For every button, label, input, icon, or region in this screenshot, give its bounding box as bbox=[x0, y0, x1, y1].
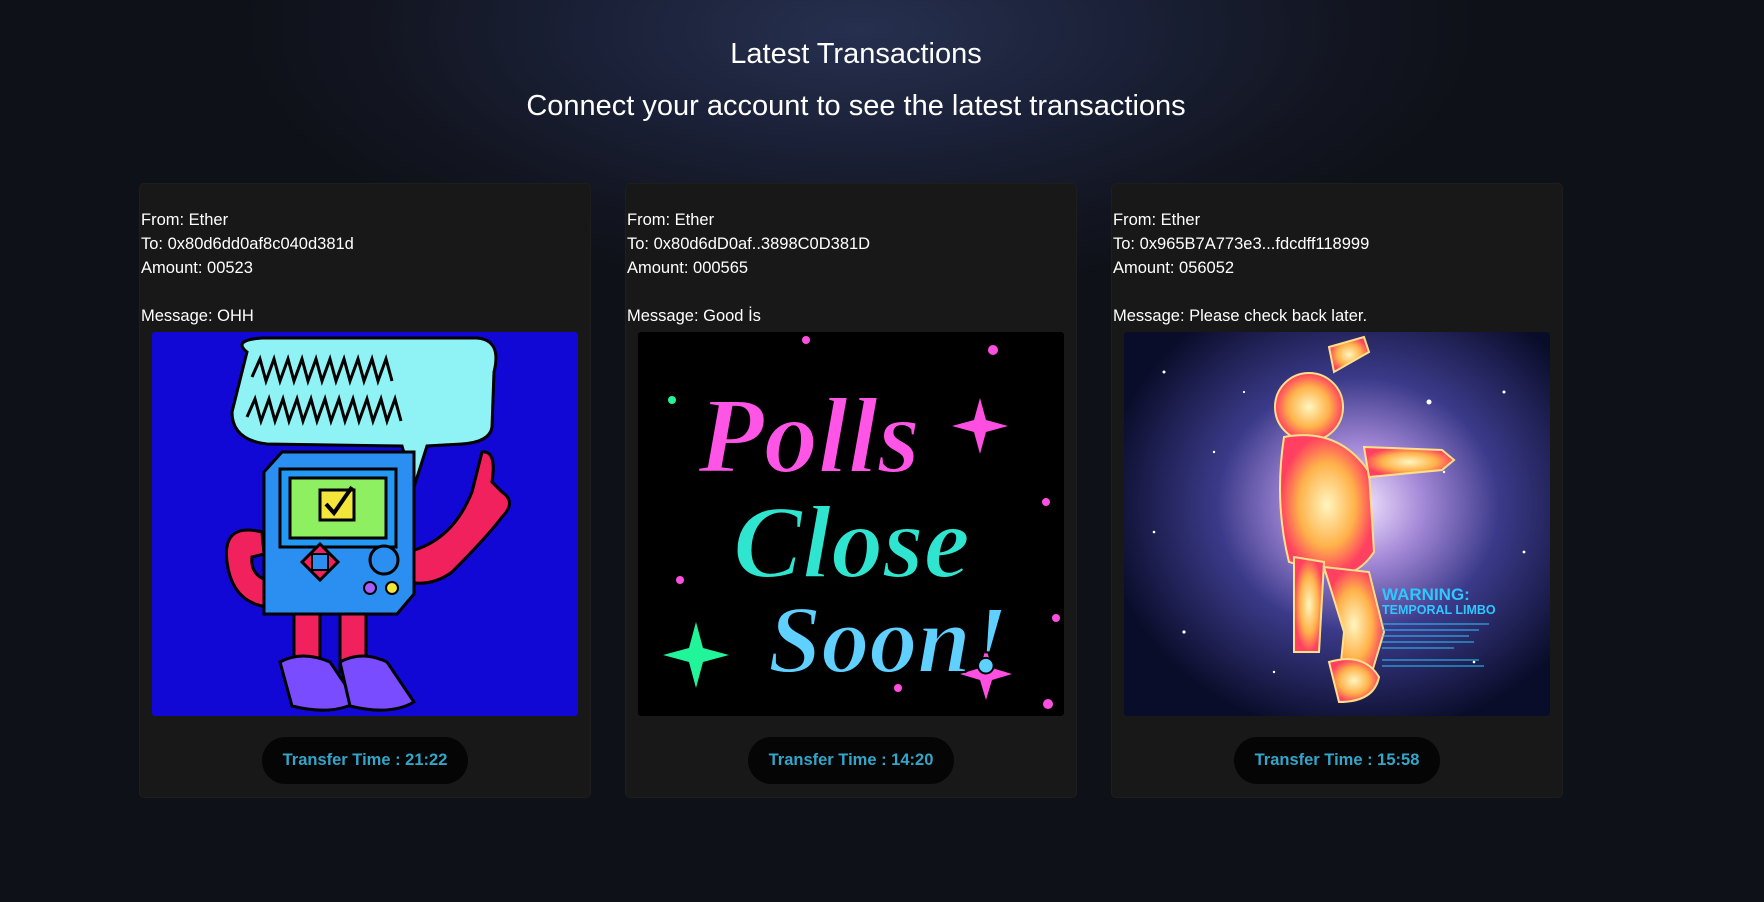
amount-label: Amount: 00523 bbox=[141, 259, 253, 277]
to-address: To: 0x80d6dD0af..3898C0D381D bbox=[627, 235, 871, 253]
transaction-card: From: Ether To: 0x80d6dd0af8c040d381d Am… bbox=[140, 184, 590, 797]
message-label: Message: Please check back later. bbox=[1113, 307, 1368, 325]
from-label: From: Ether bbox=[1113, 211, 1201, 229]
transaction-card: From: Ether To: 0x965B7A773e3...fdcdff11… bbox=[1112, 184, 1562, 797]
polls-close-soon-image: Polls Close Soon! bbox=[638, 332, 1064, 716]
to-address: To: 0x965B7A773e3...fdcdff118999 bbox=[1113, 235, 1370, 253]
transaction-info: From: Ether To: 0x80d6dd0af8c040d381d Am… bbox=[141, 208, 354, 328]
transfer-time-badge: Transfer Time : 15:58 bbox=[1234, 737, 1440, 784]
amount-label: Amount: 056052 bbox=[1113, 259, 1235, 277]
amount-label: Amount: 000565 bbox=[627, 259, 749, 277]
to-address: To: 0x80d6dd0af8c040d381d bbox=[141, 235, 354, 253]
poster-text-close: Close bbox=[733, 485, 970, 600]
transaction-card: From: Ether To: 0x80d6dD0af..3898C0D381D… bbox=[626, 184, 1076, 797]
page-subtitle: Connect your account to see the latest t… bbox=[526, 90, 1186, 122]
poster-text-warning: WARNING: bbox=[1382, 585, 1470, 604]
message-label: Message: OHH bbox=[141, 307, 254, 325]
transaction-info: From: Ether To: 0x80d6dD0af..3898C0D381D… bbox=[627, 208, 870, 328]
transfer-time-badge: Transfer Time : 14:20 bbox=[748, 737, 954, 784]
astronaut-space-image: WARNING: TEMPORAL LIMBO bbox=[1124, 332, 1550, 716]
transactions-list: From: Ether To: 0x80d6dd0af8c040d381d Am… bbox=[140, 184, 1564, 797]
poster-text-soon: Soon! bbox=[768, 586, 1008, 693]
page-title: Latest Transactions bbox=[730, 38, 982, 70]
poster-text-polls: Polls bbox=[697, 377, 920, 496]
from-label: From: Ether bbox=[141, 211, 229, 229]
transfer-time-badge: Transfer Time : 21:22 bbox=[262, 737, 468, 784]
from-label: From: Ether bbox=[627, 211, 715, 229]
message-label: Message: Good İs bbox=[627, 307, 761, 325]
poster-text-temporal-limbo: TEMPORAL LIMBO bbox=[1382, 603, 1496, 617]
transaction-info: From: Ether To: 0x965B7A773e3...fdcdff11… bbox=[1113, 208, 1369, 328]
robot-ballot-image bbox=[152, 332, 578, 716]
